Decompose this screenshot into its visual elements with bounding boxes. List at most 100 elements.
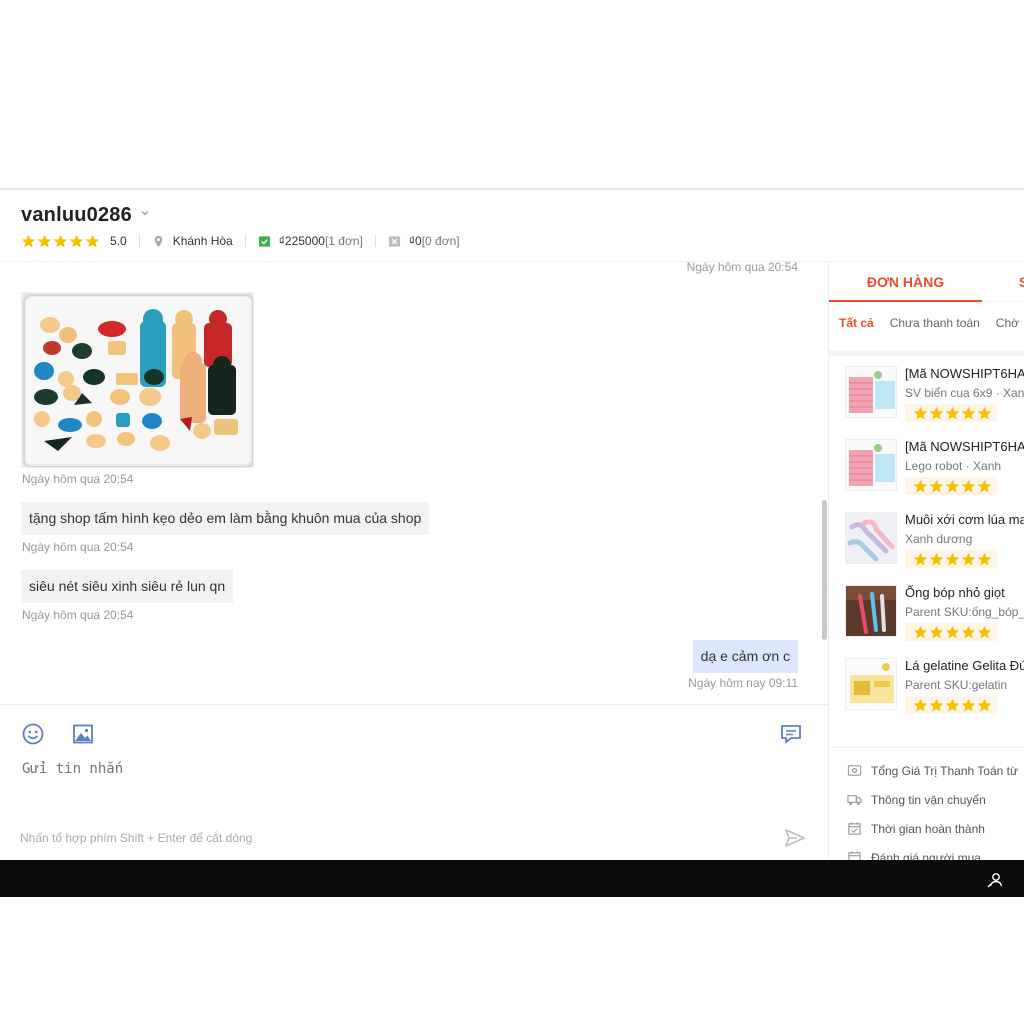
send-icon[interactable]	[783, 826, 807, 850]
star-icon	[85, 234, 100, 247]
summary-label: Tổng Giá Trị Thanh Toán từ	[871, 763, 1019, 778]
message-timestamp: Ngày hôm qua 20:54	[22, 540, 134, 554]
star-icon	[945, 698, 960, 711]
star-icon	[913, 625, 928, 638]
calendar-icon	[848, 822, 861, 835]
message-timestamp: Ngày hôm qua 20:54	[22, 608, 134, 622]
product-thumbnail	[845, 366, 897, 418]
composer-hint: Nhấn tổ hợp phím Shift + Enter để cắt dò…	[20, 831, 253, 845]
message-timestamp: Ngày hôm qua 20:54	[686, 262, 798, 274]
star-icon	[53, 234, 68, 247]
product-thumbnail	[845, 439, 897, 491]
star-icon	[929, 479, 944, 492]
star-icon	[977, 625, 992, 638]
emoji-icon[interactable]	[21, 722, 45, 746]
star-icon	[945, 406, 960, 419]
star-icon	[977, 406, 992, 419]
star-icon	[961, 479, 976, 492]
order-rating-stars	[905, 477, 997, 495]
tab-orders[interactable]: ĐƠN HÀNG	[829, 262, 982, 302]
order-title: Muôi xới cơm lúa ma	[905, 512, 1024, 527]
order-summary: Tổng Giá Trị Thanh Toán từ Thông tin vận…	[829, 747, 1024, 860]
message-composer: Nhấn tổ hợp phím Shift + Enter để cắt dò…	[0, 704, 828, 860]
chat-window: vanluu0286 5.0 Khánh Hòa ₫225000 [1 đơn]…	[0, 188, 1024, 860]
summary-total-payment[interactable]: Tổng Giá Trị Thanh Toán từ	[847, 763, 1018, 778]
star-icon	[961, 698, 976, 711]
chat-scrollbar[interactable]	[822, 500, 827, 640]
star-icon	[945, 625, 960, 638]
panel-tabs: ĐƠN HÀNG S	[829, 262, 1024, 302]
star-icon	[945, 479, 960, 492]
gummy-photo	[22, 293, 253, 467]
buyer-rating-stars	[21, 234, 100, 249]
order-variant: Parent SKU:ống_bóp_	[905, 605, 1024, 619]
order-variant: SV biển cua 6x9 · Xan	[905, 386, 1024, 400]
order-title: Ống bóp nhỏ giọt	[905, 585, 1005, 600]
filter-all[interactable]: Tất cả	[839, 316, 874, 330]
star-icon	[69, 234, 84, 247]
filter-unpaid[interactable]: Chưa thanh toán	[890, 316, 980, 330]
money-icon	[847, 765, 862, 776]
summary-buyer-review[interactable]: Đánh giá người mua	[847, 850, 981, 860]
message-timestamp: Ngày hôm nay 09:11	[688, 676, 798, 690]
summary-label: Thời gian hoàn thành	[871, 821, 985, 836]
cancel-orders: [0 đơn]	[421, 234, 460, 248]
summary-label: Thông tin vận chuyển	[871, 792, 986, 807]
message-input[interactable]	[22, 761, 722, 777]
my-message-bubble: dạ e cảm ơn c	[692, 640, 798, 673]
quick-reply-icon[interactable]	[779, 722, 803, 746]
star-icon	[977, 698, 992, 711]
star-icon	[913, 698, 928, 711]
order-rating-stars	[905, 404, 997, 422]
order-item[interactable]: Ống bóp nhỏ giọt Parent SKU:ống_bóp_	[845, 585, 1024, 645]
message-timestamp: Ngày hôm qua 20:54	[22, 472, 134, 486]
star-icon	[961, 552, 976, 565]
product-thumbnail	[845, 658, 897, 710]
product-thumbnail	[845, 512, 897, 564]
star-icon	[977, 552, 992, 565]
bottom-bar	[0, 860, 1024, 897]
tab-next[interactable]: S	[1019, 262, 1024, 302]
order-variant: Parent SKU:gelatin	[905, 678, 1008, 692]
buyer-username[interactable]: vanluu0286	[21, 204, 132, 227]
order-item[interactable]: Muôi xới cơm lúa ma Xanh dương	[845, 512, 1024, 572]
order-panel: ĐƠN HÀNG S Tất cả Chưa thanh toán Chờ [M…	[828, 262, 1024, 860]
order-filters: Tất cả Chưa thanh toán Chờ	[829, 306, 1024, 340]
cancel-box-icon	[388, 235, 400, 247]
order-rating-stars	[905, 696, 997, 714]
star-icon	[977, 479, 992, 492]
star-icon	[913, 479, 928, 492]
order-variant: Xanh dương	[905, 532, 973, 546]
summary-label: Đánh giá người mua	[871, 850, 981, 861]
message-bubble: tặng shop tấm hình kẹo dẻo em làm bằng k…	[21, 502, 430, 535]
star-icon	[961, 625, 976, 638]
star-icon	[913, 406, 928, 419]
order-rating-stars	[905, 550, 997, 568]
image-upload-icon[interactable]	[71, 722, 95, 746]
star-icon	[929, 406, 944, 419]
filter-pending[interactable]: Chờ	[996, 316, 1019, 330]
paid-amount: ₫225000	[278, 234, 325, 248]
summary-completion-time[interactable]: Thời gian hoàn thành	[847, 821, 985, 836]
cancel-amount: ₫0	[408, 234, 422, 248]
product-thumbnail	[845, 585, 897, 637]
message-list[interactable]: Ngày hôm qua 20:54 Ngày hôm qua 20:54 tặ…	[0, 262, 828, 704]
star-icon	[21, 234, 36, 247]
order-item[interactable]: [Mã NOWSHIPT6HA Lego robot · Xanh	[845, 439, 1024, 499]
divider	[829, 350, 1024, 356]
divider	[244, 235, 246, 247]
rating-value: 5.0	[110, 234, 127, 248]
order-title: [Mã NOWSHIPT6HA	[905, 439, 1024, 454]
user-search-icon[interactable]	[986, 871, 1004, 889]
summary-shipping-info[interactable]: Thông tin vận chuyển	[847, 792, 986, 807]
order-item[interactable]: [Mã NOWSHIPT6HA SV biển cua 6x9 · Xan	[845, 366, 1024, 426]
message-bubble: siêu nét siêu xinh siêu rẻ lun qn	[21, 570, 234, 603]
divider	[138, 235, 140, 247]
chevron-down-icon[interactable]	[140, 208, 150, 218]
message-image[interactable]	[21, 292, 254, 468]
order-variant: Lego robot · Xanh	[905, 459, 1002, 473]
order-item[interactable]: Lá gelatine Gelita Đứ Parent SKU:gelatin	[845, 658, 1024, 718]
buyer-location: Khánh Hòa	[172, 234, 233, 248]
star-icon	[929, 625, 944, 638]
star-icon	[913, 552, 928, 565]
